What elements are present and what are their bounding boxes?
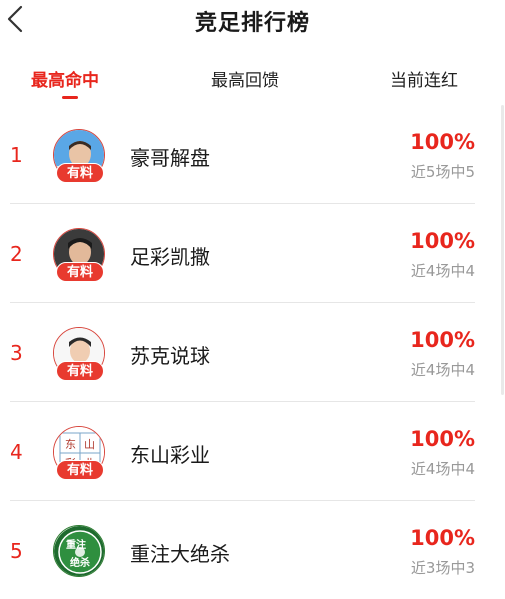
rank-number: 2 [10,242,23,266]
logo-text: 重注 [66,538,86,551]
recent-record: 近4场中4 [410,262,475,280]
rank-number: 5 [10,539,23,563]
expert-name: 东山彩业 [130,443,210,467]
hit-percent: 100% [410,328,475,352]
hit-percent: 100% [410,229,475,253]
logo-char: 东 [65,438,76,451]
rank-number: 3 [10,341,23,365]
expert-name: 苏克说球 [130,344,210,368]
page-title: 竞足排行榜 [194,11,310,36]
avatar[interactable]: 重注 绝杀 [53,525,105,577]
tab-highest-return[interactable]: 最高回馈 [211,66,279,91]
scrollbar[interactable] [501,105,504,395]
premium-badge: 有料 [56,460,104,480]
expert-name: 足彩凯撒 [130,245,210,269]
active-tab-indicator [62,96,78,99]
ranking-list: 1 有料 豪哥解盘 100% 近5场中5 2 有料 足彩凯撒 100% 近4场中… [0,105,505,599]
hit-percent: 100% [410,526,475,550]
logo-text: 绝杀 [70,556,90,569]
top-bar: 竞足排行榜 [0,0,505,42]
recent-record: 近5场中5 [410,163,475,181]
list-item[interactable]: 4 东 山 彩 业 有料 东山彩业 100% 近4场中4 [0,402,505,501]
list-item[interactable]: 3 有料 苏克说球 100% 近4场中4 [0,303,505,402]
hit-percent: 100% [410,427,475,451]
expert-name: 豪哥解盘 [130,146,210,170]
list-item[interactable]: 1 有料 豪哥解盘 100% 近5场中5 [0,105,505,204]
rank-number: 4 [10,440,23,464]
expert-name: 重注大绝杀 [130,542,230,566]
recent-record: 近3场中3 [410,559,475,577]
tab-current-streak[interactable]: 当前连红 [390,66,458,91]
recent-record: 近4场中4 [410,361,475,379]
hit-percent: 100% [410,130,475,154]
premium-badge: 有料 [56,163,104,183]
list-item[interactable]: 5 重注 绝杀 重注大绝杀 100% 近3场中3 [0,501,505,599]
logo-char: 山 [84,438,95,451]
list-item[interactable]: 2 有料 足彩凯撒 100% 近4场中4 [0,204,505,303]
premium-badge: 有料 [56,262,104,282]
rank-number: 1 [10,143,23,167]
tab-highest-hit[interactable]: 最高命中 [31,66,99,91]
recent-record: 近4场中4 [410,460,475,478]
premium-badge: 有料 [56,361,104,381]
